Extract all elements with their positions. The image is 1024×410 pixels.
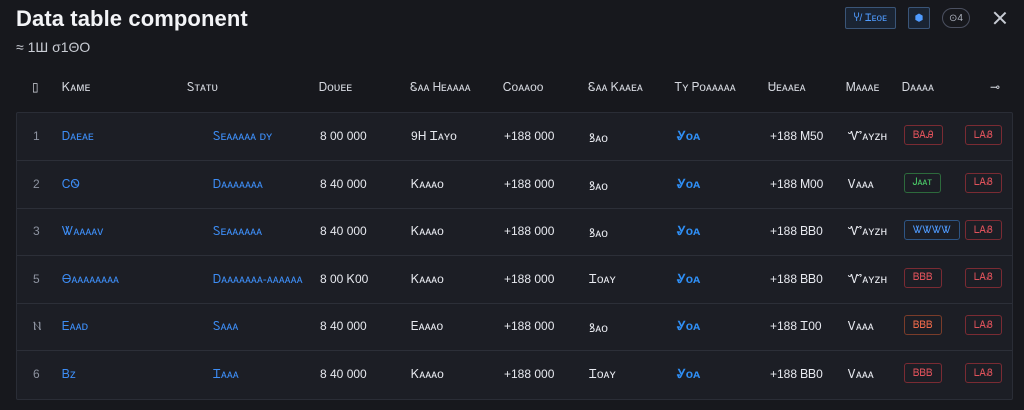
cell-c6: ꝸᴀᴏ — [589, 226, 608, 241]
column-header-actions[interactable]: Ꭰᴀᴀᴀᴀ — [902, 80, 934, 95]
cell-c4: 9ꓧ Ꮖᴀʏᴏ — [411, 129, 457, 143]
cell-c5: +188 000 — [504, 224, 555, 239]
cell-c9: Ꮙᴀʏᴢʜ — [848, 271, 888, 286]
cell-idx: 3 — [33, 224, 40, 239]
cell-c8: +188 ᏴᏴ0 — [770, 271, 823, 286]
table-row[interactable]: Ⲛ Ꭼᴀᴀᴅ Ꮪᴀᴀᴀ 8 40 000 Ꭼᴀᴀᴀᴏ +188 000 ꝸᴀᴏ Ꮍᴏᴀ +188… — [17, 303, 1012, 352]
table-row[interactable]: 3 Ꮤᴀᴀᴀᴀᴠ Ꮪᴇᴀᴀᴀᴀᴀᴀ 8 40 000 Ꮶᴀᴀᴀᴏ +188 000 ꝸᴀᴏ Ꮍ… — [17, 208, 1012, 257]
cell-c4: Ꮶᴀᴀᴀᴏ — [411, 176, 444, 191]
cell-name[interactable]: Ꭼᴀᴀᴅ — [62, 319, 88, 334]
cell-status[interactable]: Ꭰᴀᴀᴀᴀᴀᴀᴀ-ᴀᴀᴀᴀᴀᴀ — [213, 272, 303, 287]
cell-c5: +188 000 — [504, 319, 555, 334]
cell-c4: Ꮶᴀᴀᴀᴏ — [411, 271, 444, 286]
cell-name[interactable]: ᏟᏫ — [62, 177, 80, 192]
cell-c9: Ꮩᴀᴀᴀ — [848, 319, 874, 334]
cell-c6: Ꮖᴏᴀʏ — [589, 367, 616, 381]
cell-name[interactable]: Ꭰᴀᴇᴀᴇ — [62, 129, 94, 144]
status-badge[interactable]: Ꭻᴀᴀᴛ — [904, 172, 941, 193]
cell-c5: +188 000 — [504, 129, 555, 143]
new-button[interactable]: Ⴤ/ Ꮖᴇᴏᴇ — [844, 7, 896, 29]
cell-c9: Ꮙᴀʏᴢʜ — [848, 129, 888, 143]
cell-idx: 5 — [33, 271, 40, 286]
column-header-8[interactable]: Ꮜᴇᴀᴀᴇᴀ — [768, 80, 806, 95]
cell-status[interactable]: Ꮖᴀᴀᴀ — [213, 367, 239, 382]
status-badge[interactable]: ᏴᏴᏴ — [904, 267, 942, 288]
column-header-9[interactable]: Ꮇᴀᴀᴀᴇ — [846, 80, 879, 95]
cell-c9: Ꮩᴀᴀᴀ — [848, 367, 874, 381]
settings-icon[interactable]: ⬢ — [908, 7, 930, 29]
toolbar: Ⴤ/ Ꮖᴇᴏᴇ ⬢ ⊙4 — [844, 7, 1008, 29]
cell-c7: Ꮍᴏᴀ — [677, 129, 701, 143]
cell-c8: +188 ᏴᏴ0 — [770, 224, 823, 239]
delete-badge[interactable]: ᏞᎪᏰ — [965, 125, 1002, 145]
data-table: 1 Ꭰᴀᴇᴀᴇ Ꮪᴇᴀᴀᴀᴀᴀ ᴅʏ 8 00 000 9ꓧ Ꮖᴀʏᴏ +188 000 ꝸ… — [16, 112, 1013, 400]
status-badge[interactable]: ᏴᎪᎯ — [904, 125, 943, 145]
cell-c5: +188 000 — [504, 176, 555, 191]
page-subtitle: ≈ 1Ш σ1ΘΟ — [16, 39, 91, 55]
cell-status[interactable]: Ꮪᴇᴀᴀᴀᴀᴀ ᴅʏ — [213, 129, 272, 144]
column-header-5[interactable]: Ꮯᴏᴀᴀᴏᴏ — [503, 80, 543, 95]
cell-idx: Ⲛ — [33, 319, 42, 334]
delete-badge[interactable]: ᏞᎪᏰ — [965, 267, 1002, 288]
cell-c8: +188 Ꮖ00 — [770, 319, 822, 334]
cell-c7: Ꮍᴏᴀ — [677, 319, 701, 334]
cell-c7: Ꮍᴏᴀ — [677, 271, 701, 286]
cell-status[interactable]: Ꮪᴇᴀᴀᴀᴀᴀᴀ — [213, 224, 262, 239]
column-header-4[interactable]: Ꮛᴀᴀ Ꮋᴇᴀᴀᴀᴀ — [410, 80, 471, 95]
cell-c5: +188 000 — [504, 367, 555, 381]
cell-c7: Ꮍᴏᴀ — [677, 176, 701, 191]
cell-c8: +188 Ꮇ00 — [770, 176, 824, 191]
column-header-select[interactable]: ▯ — [32, 80, 39, 94]
cell-c3: 8 40 000 — [320, 319, 367, 334]
cell-c7: Ꮍᴏᴀ — [677, 367, 701, 381]
cell-c6: ꝸᴀᴏ — [589, 178, 608, 193]
cell-c8: +188 Ꮇ50 — [770, 129, 824, 143]
table-header: ▯ Ꮶᴀᴍᴇ Ꮪᴛᴀᴛᴜ Ꭰᴏᴜᴇᴇ Ꮛᴀᴀ Ꮋᴇᴀᴀᴀᴀ Ꮯᴏᴀᴀᴏᴏ Ꮛᴀᴀ… — [18, 74, 1006, 100]
delete-badge[interactable]: ᏞᎪᏰ — [965, 220, 1002, 241]
cell-c6: ꝸᴀᴏ — [589, 321, 608, 336]
column-header-status[interactable]: Ꮪᴛᴀᴛᴜ — [187, 80, 218, 95]
column-header-6[interactable]: Ꮛᴀᴀ Ꮶᴀᴀᴇᴀ — [588, 80, 643, 95]
cell-c3: 8 40 000 — [320, 224, 367, 239]
cell-c8: +188 ᏴᏴ0 — [770, 367, 823, 381]
cell-c5: +188 000 — [504, 271, 555, 286]
cell-idx: 6 — [33, 367, 40, 381]
table-row[interactable]: 6 Ᏼᴢ Ꮖᴀᴀᴀ 8 40 000 Ꮶᴀᴀᴀᴏ +188 000 Ꮖᴏᴀʏ Ꮍᴏᴀ +188 … — [17, 351, 1012, 398]
cell-c6: ꝸᴀᴏ — [589, 131, 608, 145]
cell-c4: Ꭼᴀᴀᴀᴏ — [411, 319, 444, 334]
delete-badge[interactable]: ᏞᎪᏰ — [965, 172, 1002, 193]
cell-name[interactable]: Ꮎᴀᴀᴀᴀᴀᴀᴀᴀ — [62, 272, 119, 287]
cell-c3: 8 40 000 — [320, 176, 367, 191]
cell-c6: Ꮖᴏᴀʏ — [589, 271, 616, 286]
status-badge[interactable]: ᏴᏴᏴ — [904, 315, 942, 336]
close-icon[interactable] — [992, 10, 1008, 26]
cell-status[interactable]: Ꭰᴀᴀᴀᴀᴀᴀᴀ — [213, 177, 263, 192]
cell-status[interactable]: Ꮪᴀᴀᴀ — [213, 319, 238, 334]
column-header-7[interactable]: Ꭲʏ Ꮲᴏᴀᴀᴀᴀᴀ — [675, 80, 736, 95]
delete-badge[interactable]: ᏞᎪᏰ — [965, 315, 1002, 336]
status-badge[interactable]: ᏴᏴᏴ — [904, 363, 942, 383]
table-row[interactable]: 5 Ꮎᴀᴀᴀᴀᴀᴀᴀᴀ Ꭰᴀᴀᴀᴀᴀᴀᴀ-ᴀᴀᴀᴀᴀᴀ 8 00 Ꮶ00 Ꮶᴀᴀᴀᴏ +1… — [17, 256, 1012, 304]
table-row[interactable]: 1 Ꭰᴀᴇᴀᴇ Ꮪᴇᴀᴀᴀᴀᴀ ᴅʏ 8 00 000 9ꓧ Ꮖᴀʏᴏ +188 000 ꝸ… — [17, 113, 1012, 161]
cell-name[interactable]: Ꮤᴀᴀᴀᴀᴠ — [62, 224, 103, 239]
cell-c9: Ꮩᴀᴀᴀ — [848, 176, 874, 191]
cell-c3: 8 00 000 — [320, 129, 367, 143]
cell-c4: Ꮶᴀᴀᴀᴏ — [411, 224, 444, 239]
cell-idx: 2 — [33, 176, 40, 191]
table-row[interactable]: 2 ᏟᏫ Ꭰᴀᴀᴀᴀᴀᴀᴀ 8 40 000 Ꮶᴀᴀᴀᴏ +188 000 ꝸᴀᴏ Ꮍᴏᴀ +1… — [17, 161, 1012, 209]
cell-name[interactable]: Ᏼᴢ — [62, 367, 76, 382]
cell-c7: Ꮍᴏᴀ — [677, 224, 701, 239]
delete-badge[interactable]: ᏞᎪᏰ — [965, 363, 1002, 383]
column-header-3[interactable]: Ꭰᴏᴜᴇᴇ — [319, 80, 352, 95]
page-title: Data table component — [16, 6, 248, 31]
cell-c4: Ꮶᴀᴀᴀᴏ — [411, 367, 444, 381]
cell-c3: 8 00 Ꮶ00 — [320, 271, 369, 286]
column-header-name[interactable]: Ꮶᴀᴍᴇ — [62, 80, 90, 95]
counter-pill[interactable]: ⊙4 — [942, 8, 970, 28]
cell-idx: 1 — [33, 129, 40, 143]
status-badge[interactable]: ᏔᏔᏔᏔ — [904, 220, 961, 241]
column-menu-icon[interactable]: ⊸ — [990, 80, 1000, 94]
cell-c9: Ꮙᴀʏᴢʜ — [848, 224, 888, 239]
cell-c3: 8 40 000 — [320, 367, 367, 381]
